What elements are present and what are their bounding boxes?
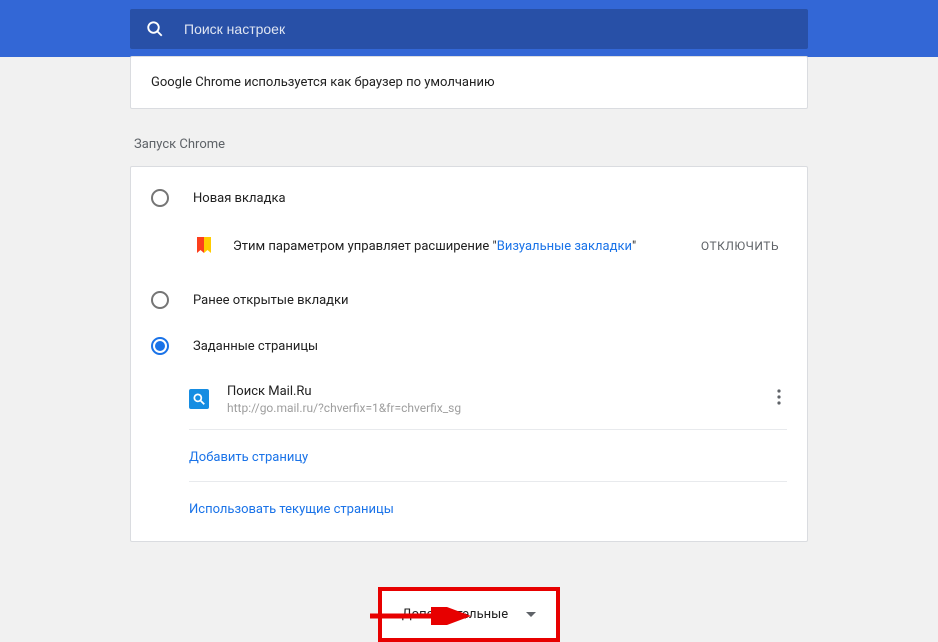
disable-extension-button[interactable]: ОТКЛЮЧИТЬ bbox=[701, 239, 787, 253]
add-page-link[interactable]: Добавить страницу bbox=[189, 450, 308, 465]
chevron-down-icon bbox=[526, 612, 536, 617]
startup-card: Новая вкладка Этим параметром управляет … bbox=[130, 166, 808, 542]
radio-icon bbox=[151, 337, 169, 355]
startup-option-specific[interactable]: Заданные страницы bbox=[131, 323, 807, 369]
radio-icon bbox=[151, 291, 169, 309]
specific-pages-list: Поиск Mail.Ru http://go.mail.ru/?chverfi… bbox=[189, 369, 807, 533]
search-icon bbox=[146, 20, 164, 38]
page-more-button[interactable] bbox=[771, 383, 787, 415]
page-title: Поиск Mail.Ru bbox=[227, 384, 771, 399]
default-browser-text: Google Chrome используется как браузер п… bbox=[131, 57, 807, 108]
advanced-section: Дополнительные bbox=[130, 587, 808, 642]
startup-option-continue[interactable]: Ранее открытые вкладки bbox=[131, 277, 807, 323]
extension-link[interactable]: Визуальные закладки bbox=[497, 239, 632, 254]
startup-section-title: Запуск Chrome bbox=[134, 137, 808, 152]
add-page-row[interactable]: Добавить страницу bbox=[189, 430, 787, 482]
radio-label: Заданные страницы bbox=[193, 339, 318, 354]
search-bar[interactable] bbox=[130, 9, 808, 49]
radio-label: Новая вкладка bbox=[193, 191, 286, 206]
annotation-arrow-icon bbox=[368, 607, 478, 625]
startup-page-row: Поиск Mail.Ru http://go.mail.ru/?chverfi… bbox=[189, 369, 787, 430]
use-current-link[interactable]: Использовать текущие страницы bbox=[189, 502, 394, 517]
settings-content: Google Chrome используется как браузер п… bbox=[0, 56, 938, 642]
default-browser-card: Google Chrome используется как браузер п… bbox=[130, 56, 808, 109]
search-input[interactable] bbox=[184, 21, 792, 37]
radio-label: Ранее открытые вкладки bbox=[193, 293, 349, 308]
settings-header bbox=[0, 0, 938, 57]
extension-bookmark-icon bbox=[193, 235, 215, 257]
use-current-row[interactable]: Использовать текущие страницы bbox=[189, 482, 787, 533]
page-url: http://go.mail.ru/?chverfix=1&fr=chverfi… bbox=[227, 401, 771, 415]
page-info: Поиск Mail.Ru http://go.mail.ru/?chverfi… bbox=[227, 384, 771, 415]
extension-notice: Этим параметром управляет расширение "Ви… bbox=[131, 221, 807, 277]
extension-notice-text: Этим параметром управляет расширение "Ви… bbox=[233, 239, 701, 254]
startup-option-new-tab[interactable]: Новая вкладка bbox=[131, 175, 807, 221]
radio-icon bbox=[151, 189, 169, 207]
mailru-search-icon bbox=[189, 389, 209, 409]
